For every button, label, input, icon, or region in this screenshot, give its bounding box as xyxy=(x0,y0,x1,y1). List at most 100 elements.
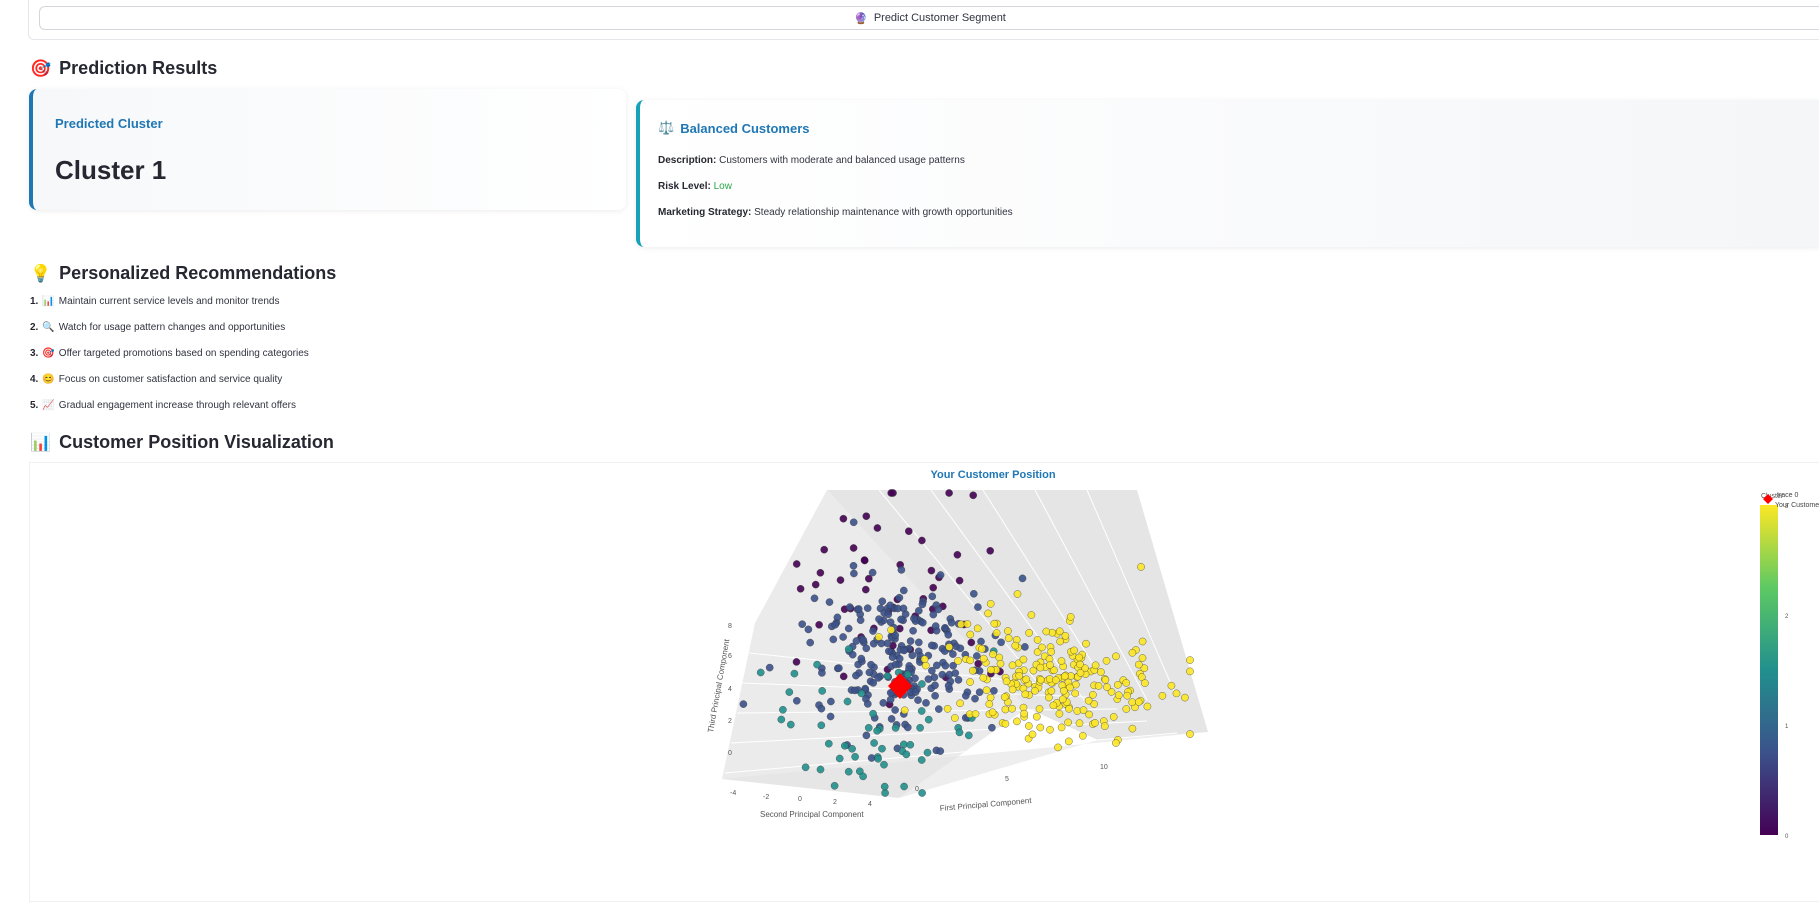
data-point xyxy=(951,714,959,722)
trend-up-icon: 📈 xyxy=(42,400,55,411)
data-point xyxy=(1091,661,1100,670)
data-point xyxy=(927,566,936,575)
data-point xyxy=(922,661,930,670)
data-point xyxy=(1066,613,1075,621)
data-point xyxy=(1172,689,1181,698)
data-point xyxy=(1186,730,1194,738)
data-point xyxy=(963,620,972,628)
data-point xyxy=(1049,701,1058,710)
data-point xyxy=(899,604,908,613)
data-point xyxy=(829,635,838,644)
data-point xyxy=(966,656,975,665)
data-point xyxy=(1076,669,1085,677)
data-point xyxy=(1057,723,1066,732)
data-point xyxy=(1143,702,1152,711)
data-point xyxy=(1109,713,1118,721)
data-point xyxy=(1128,724,1137,733)
data-point xyxy=(955,728,964,737)
data-point xyxy=(891,706,899,714)
data-point xyxy=(739,700,748,708)
data-point xyxy=(765,663,774,672)
data-point xyxy=(873,524,882,532)
data-point xyxy=(1071,689,1079,698)
y-tick-label: 4 xyxy=(868,801,872,808)
data-point xyxy=(917,707,926,715)
y-tick-label: -2 xyxy=(763,794,769,801)
legend-your-customer: Your Customer xyxy=(1775,502,1819,509)
data-point xyxy=(886,601,895,610)
scatter-3d-plot[interactable]: 02468-4-2 0 2 40510Third Principal Componen… xyxy=(30,463,1819,903)
data-point xyxy=(916,723,924,732)
customer-position-chart[interactable]: Your Customer Position 0 2 4 6 8 -4 -2 0 2 4 0 5 10 T… xyxy=(29,462,1819,902)
data-point xyxy=(915,638,923,647)
data-point xyxy=(1061,672,1069,681)
data-point xyxy=(1028,730,1037,739)
data-point xyxy=(880,782,889,791)
data-point xyxy=(1089,690,1097,699)
recommendation-text: Focus on customer satisfaction and servi… xyxy=(58,374,283,385)
prediction-results-heading: 🎯 Prediction Results xyxy=(30,58,217,79)
data-point xyxy=(867,660,875,669)
data-point xyxy=(868,568,877,577)
x-tick-label: 10 xyxy=(1100,764,1108,771)
data-point xyxy=(934,605,943,614)
data-point xyxy=(1035,705,1044,713)
data-point xyxy=(966,630,975,639)
data-point xyxy=(1091,719,1099,727)
data-point xyxy=(844,624,853,633)
data-point xyxy=(1022,675,1031,684)
prediction-results-title: Prediction Results xyxy=(59,58,218,78)
data-point xyxy=(869,627,877,635)
data-point xyxy=(849,544,858,552)
data-point xyxy=(877,639,886,648)
data-point xyxy=(908,651,917,660)
data-point xyxy=(1094,682,1103,690)
data-point xyxy=(1112,739,1120,747)
data-point xyxy=(947,618,956,627)
data-point xyxy=(897,615,905,624)
data-point xyxy=(903,670,912,679)
data-point xyxy=(1082,639,1090,648)
data-point xyxy=(1065,704,1073,713)
data-point xyxy=(1011,641,1020,650)
data-point xyxy=(918,600,927,609)
y-tick-label: 0 xyxy=(798,796,802,803)
data-point xyxy=(813,660,821,669)
data-point xyxy=(1015,671,1024,680)
data-point xyxy=(1097,668,1105,676)
data-point xyxy=(756,668,765,677)
data-point xyxy=(1054,743,1062,752)
data-point xyxy=(1004,627,1012,635)
segment-description: Description: Customers with moderate and… xyxy=(658,155,965,166)
data-point xyxy=(955,576,964,585)
data-point xyxy=(933,661,941,670)
data-point xyxy=(900,586,908,595)
legend-trace-0: trace 0 xyxy=(1777,492,1799,499)
data-point xyxy=(979,654,988,663)
z-tick-label: 4 xyxy=(728,686,732,693)
data-point xyxy=(971,710,980,718)
data-point xyxy=(852,637,861,645)
data-point xyxy=(1058,695,1067,704)
data-point xyxy=(870,739,878,747)
data-point xyxy=(989,650,997,659)
data-point xyxy=(978,645,986,653)
data-point xyxy=(839,672,848,681)
predict-segment-button[interactable]: 🔮 Predict Customer Segment xyxy=(39,6,1819,30)
data-point xyxy=(931,681,939,690)
data-point xyxy=(1027,611,1036,619)
segment-risk-level: Risk Level: Low xyxy=(658,181,732,192)
data-point xyxy=(945,643,954,651)
data-point xyxy=(1075,719,1084,728)
data-point xyxy=(848,744,856,753)
data-point xyxy=(906,740,915,749)
data-point xyxy=(785,688,794,696)
data-point xyxy=(1047,687,1056,695)
data-point xyxy=(895,593,904,602)
data-point xyxy=(880,760,888,769)
data-point xyxy=(879,699,888,707)
data-point xyxy=(904,723,912,732)
data-point xyxy=(864,700,872,708)
strategy-label: Marketing Strategy: xyxy=(658,207,752,218)
risk-label: Risk Level: xyxy=(658,181,711,192)
